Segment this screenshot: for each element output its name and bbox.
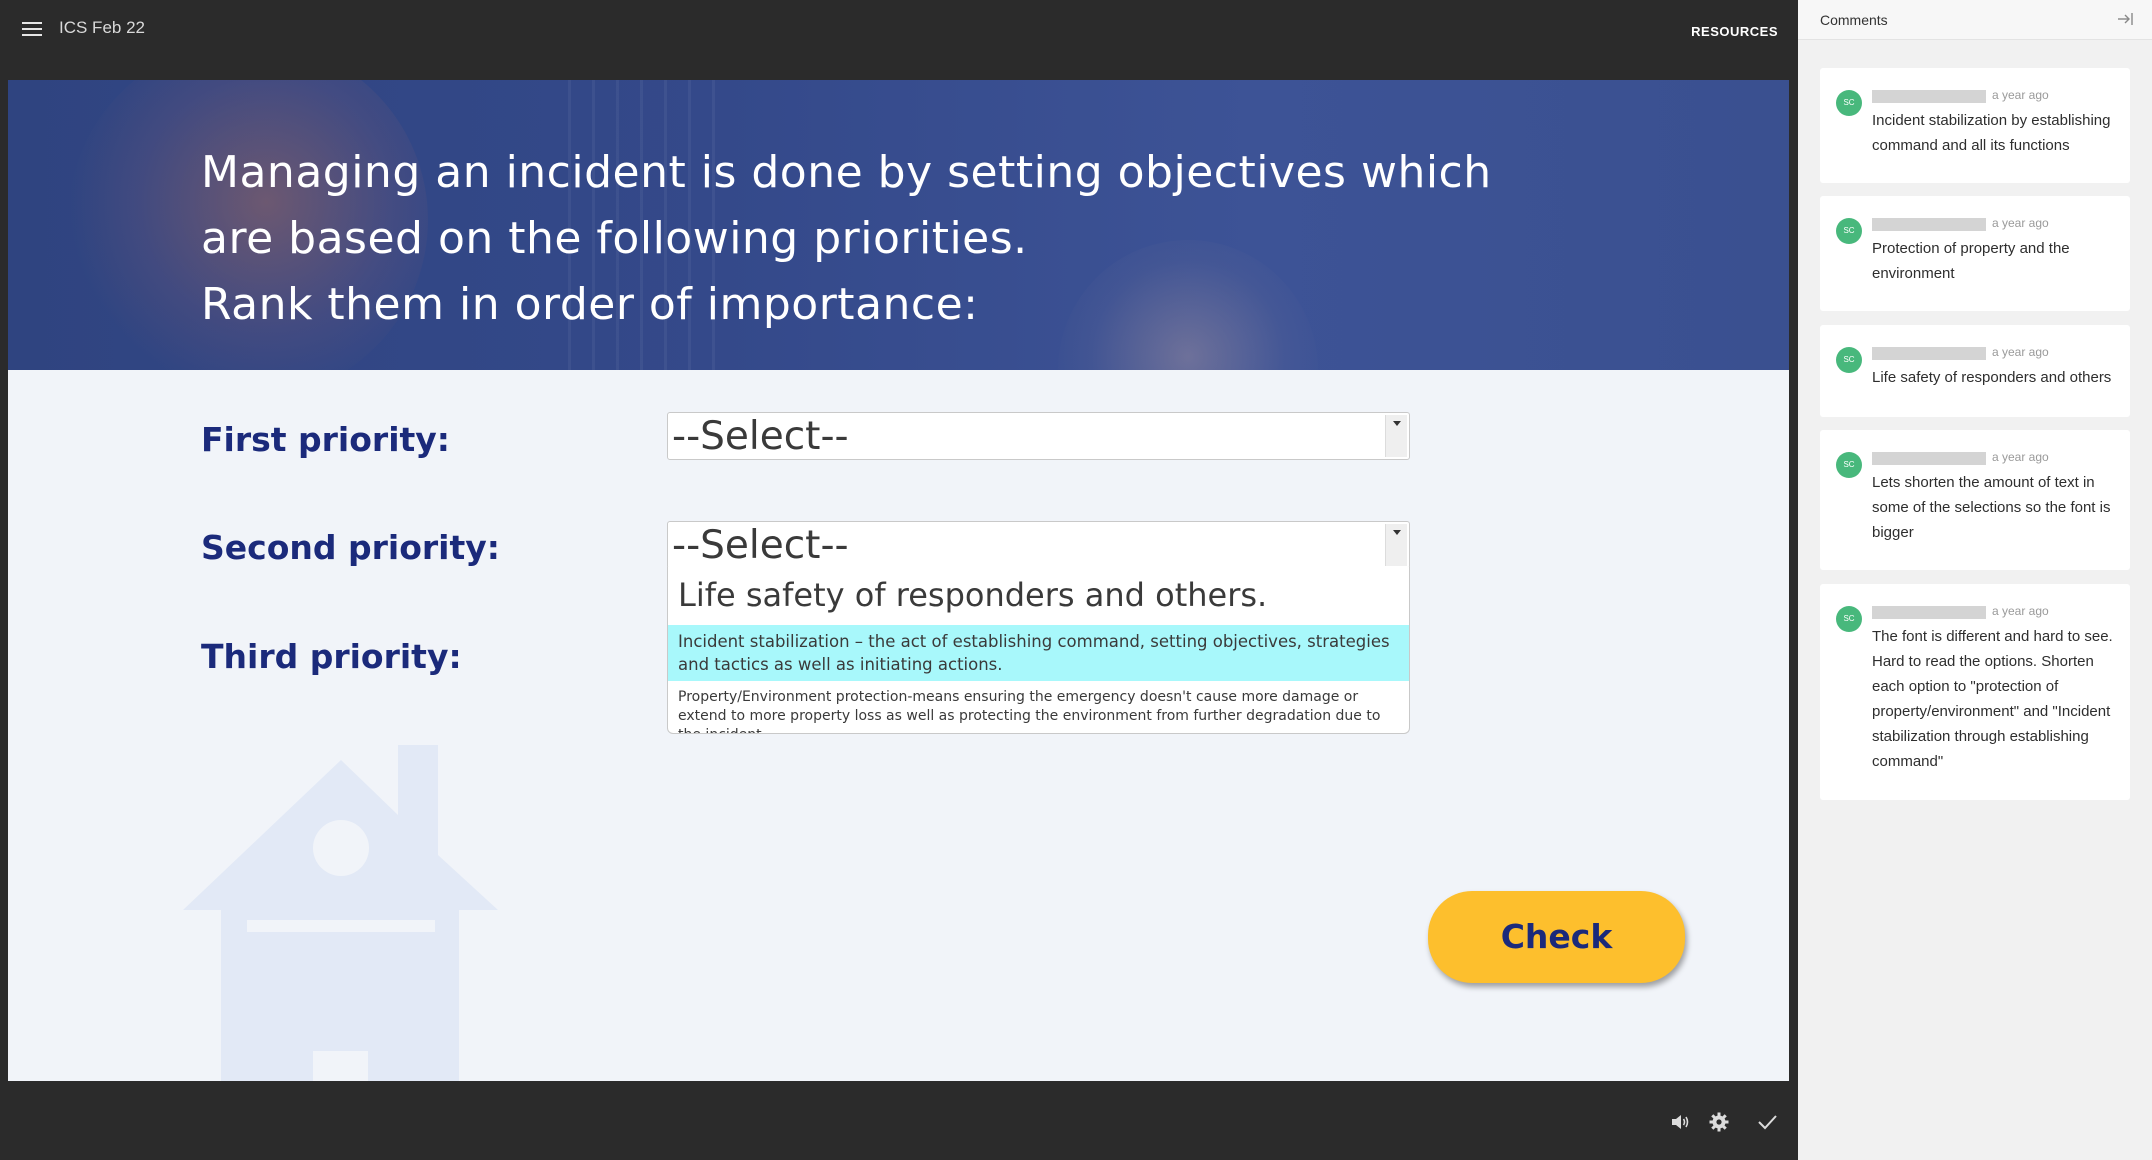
comments-title: Comments [1820, 12, 1888, 28]
slide-canvas: Managing an incident is done by setting … [8, 80, 1789, 1081]
comment-timestamp: a year ago [1992, 345, 2049, 359]
house-watermark-icon [183, 745, 498, 1081]
top-bar: ICS Feb 22 RESOURCES [0, 0, 1798, 80]
avatar: SC [1836, 218, 1862, 244]
gear-icon[interactable] [1708, 1111, 1730, 1133]
author-name-redacted [1872, 606, 1986, 619]
comment-text: Lets shorten the amount of text in some … [1872, 474, 2111, 541]
comment-text: Protection of property and the environme… [1872, 240, 2070, 282]
comment-card[interactable]: SC a year ago Life safety of responders … [1820, 325, 2130, 417]
first-priority-select[interactable]: --Select-- [667, 412, 1410, 460]
avatar: SC [1836, 452, 1862, 478]
first-priority-label: First priority: [201, 420, 450, 459]
third-priority-label: Third priority: [201, 637, 462, 676]
resources-link[interactable]: RESOURCES [1691, 24, 1778, 39]
comment-card[interactable]: SC a year ago Incident stabilization by … [1820, 68, 2130, 183]
select-value: --Select-- [672, 523, 849, 568]
dropdown-option-property-protection[interactable]: Property/Environment protection-means en… [668, 683, 1409, 733]
question-banner: Managing an incident is done by setting … [8, 80, 1789, 370]
comments-header: Comments [1798, 0, 2152, 40]
question-line: are based on the following priorities. [201, 213, 1028, 264]
comments-panel: Comments SC a year ago Incident stabiliz… [1798, 0, 2152, 1160]
author-name-redacted [1872, 218, 1986, 231]
chevron-down-icon[interactable] [1385, 524, 1407, 566]
collapse-panel-icon[interactable] [2116, 10, 2134, 28]
checkmark-icon[interactable] [1756, 1111, 1778, 1133]
comment-card[interactable]: SC a year ago The font is different and … [1820, 584, 2130, 800]
select-value: --Select-- [672, 414, 849, 459]
question-line: Managing an incident is done by setting … [201, 147, 1492, 198]
dropdown-option-life-safety[interactable]: Life safety of responders and others. [668, 567, 1409, 623]
audio-icon[interactable] [1669, 1111, 1691, 1133]
comment-timestamp: a year ago [1992, 216, 2049, 230]
comment-text: Life safety of responders and others [1872, 369, 2112, 386]
second-priority-select[interactable]: --Select-- [667, 521, 1410, 569]
avatar: SC [1836, 606, 1862, 632]
question-line: Rank them in order of importance: [201, 279, 979, 330]
priority-dropdown-list: Life safety of responders and others. In… [667, 567, 1410, 734]
comment-card[interactable]: SC a year ago Lets shorten the amount of… [1820, 430, 2130, 570]
check-button[interactable]: Check [1428, 891, 1685, 983]
comment-text: The font is different and hard to see. H… [1872, 628, 2113, 770]
course-title: ICS Feb 22 [59, 18, 145, 37]
hamburger-menu-icon[interactable] [22, 22, 42, 38]
comment-card[interactable]: SC a year ago Protection of property and… [1820, 196, 2130, 311]
dropdown-option-incident-stabilization[interactable]: Incident stabilization – the act of esta… [668, 625, 1409, 681]
avatar: SC [1836, 347, 1862, 373]
comment-timestamp: a year ago [1992, 604, 2049, 618]
question-text: Managing an incident is done by setting … [201, 140, 1501, 338]
chevron-down-icon[interactable] [1385, 415, 1407, 457]
second-priority-label: Second priority: [201, 528, 500, 567]
author-name-redacted [1872, 452, 1986, 465]
bottom-bar [0, 1081, 1798, 1160]
comment-text: Incident stabilization by establishing c… [1872, 112, 2111, 154]
author-name-redacted [1872, 90, 1986, 103]
author-name-redacted [1872, 347, 1986, 360]
avatar: SC [1836, 90, 1862, 116]
comment-timestamp: a year ago [1992, 450, 2049, 464]
comment-timestamp: a year ago [1992, 88, 2049, 102]
